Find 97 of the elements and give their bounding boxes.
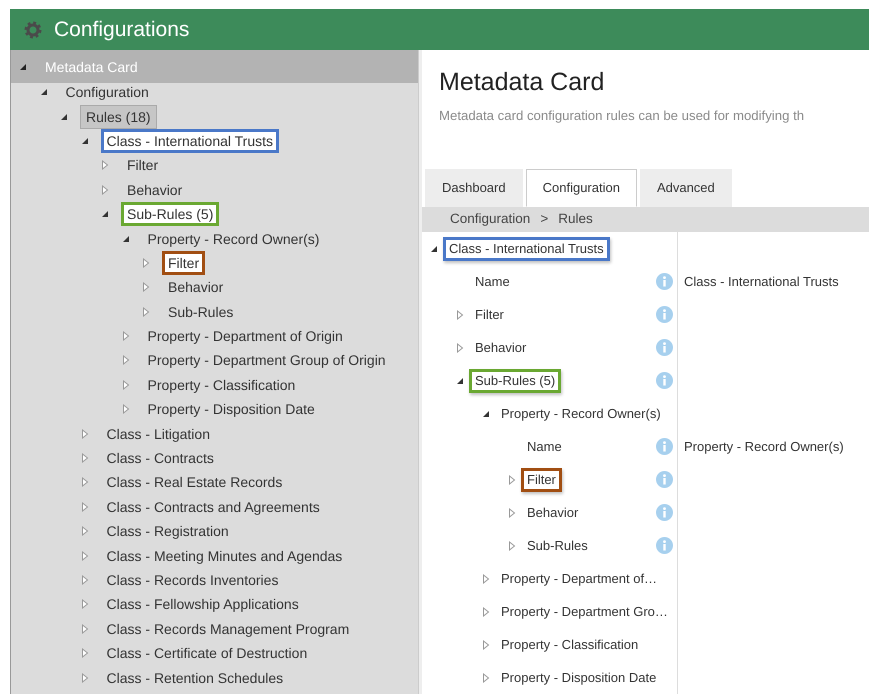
filled-triangle-icon[interactable] xyxy=(430,244,438,254)
tree-item[interactable]: Property - Department of Origin xyxy=(142,324,349,348)
tree-item[interactable]: Behavior xyxy=(162,275,230,300)
tab[interactable]: Dashboard xyxy=(425,169,523,207)
property-group[interactable]: Behavior xyxy=(521,500,584,524)
info-icon[interactable] xyxy=(656,438,673,455)
tree-item[interactable]: Rules (18) xyxy=(80,104,157,129)
outline-triangle-icon[interactable] xyxy=(142,306,150,317)
property-group[interactable]: Property - Department of… xyxy=(495,566,664,590)
breadcrumb-link[interactable]: Configuration xyxy=(450,209,530,230)
outline-triangle-icon[interactable] xyxy=(80,526,88,536)
tree-item[interactable]: Property - Department Group of Origin xyxy=(142,348,392,372)
filled-triangle-icon[interactable] xyxy=(60,112,68,122)
property-group[interactable]: Sub-Rules (5) xyxy=(469,368,562,392)
tab[interactable]: Configuration xyxy=(526,169,637,207)
tree-item[interactable]: Behavior xyxy=(121,178,188,202)
property-group[interactable]: Sub-Rules xyxy=(521,534,594,558)
tree-item[interactable]: Class - Meeting Minutes and Agendas xyxy=(100,544,348,568)
tree-item[interactable]: Sub-Rules (5) xyxy=(121,202,220,226)
property-group[interactable]: Behavior xyxy=(469,336,532,360)
filled-triangle-icon[interactable] xyxy=(101,209,109,220)
tree-item[interactable]: Sub-Rules xyxy=(162,300,240,324)
outline-triangle-icon[interactable] xyxy=(482,640,490,650)
tree-item[interactable]: Class - Certificate of Destruction xyxy=(100,641,314,666)
tree-item[interactable]: Property - Disposition Date xyxy=(142,397,321,422)
info-icon[interactable] xyxy=(656,306,673,323)
property-group[interactable]: Property - Classification xyxy=(495,632,644,656)
breadcrumb-link[interactable]: Rules xyxy=(558,209,593,230)
filled-triangle-icon[interactable] xyxy=(80,136,88,146)
property-group[interactable]: Property - Record Owner(s) xyxy=(495,402,667,426)
tree-item[interactable]: Class - Records Inventories xyxy=(100,568,284,592)
outline-triangle-icon[interactable] xyxy=(80,672,88,683)
outline-triangle-icon[interactable] xyxy=(122,331,130,342)
tree-item[interactable]: Property - Record Owner(s) xyxy=(142,226,326,251)
info-icon[interactable] xyxy=(656,339,673,356)
outline-triangle-icon[interactable] xyxy=(80,477,88,488)
outline-triangle-icon[interactable] xyxy=(101,160,109,170)
page-title: Metadata Card xyxy=(439,67,606,98)
info-icon[interactable] xyxy=(656,537,673,554)
property-value: Class - International Trusts xyxy=(683,272,839,291)
tree-item[interactable]: Class - Records Management Program xyxy=(100,616,356,641)
tree-item[interactable]: Class - Registration xyxy=(100,519,235,544)
property-name: Name xyxy=(526,438,563,456)
outline-triangle-icon[interactable] xyxy=(101,184,109,195)
outline-triangle-icon[interactable] xyxy=(508,474,516,484)
outline-triangle-icon[interactable] xyxy=(80,575,88,585)
property-group[interactable]: Filter xyxy=(469,302,510,326)
tree-item[interactable]: Class - Real Estate Records xyxy=(100,470,288,494)
property-group[interactable]: Filter xyxy=(521,468,562,492)
tree-item[interactable]: Configuration xyxy=(60,80,155,104)
tree-item[interactable]: Class - Fellowship Applications xyxy=(100,592,305,616)
filled-triangle-icon[interactable] xyxy=(40,87,48,98)
outline-triangle-icon[interactable] xyxy=(456,310,464,320)
property-value: Property - Record Owner(s) xyxy=(683,438,844,456)
tree-item[interactable]: Filter xyxy=(162,250,206,275)
tree-item[interactable]: Class - Contracts and Agreements xyxy=(100,494,326,519)
outline-triangle-icon[interactable] xyxy=(80,550,88,561)
page-description: Metadata card configuration rules can be used for modifying th xyxy=(439,106,806,125)
tree-item[interactable]: Class - Retention Schedules xyxy=(100,666,290,690)
outline-triangle-icon[interactable] xyxy=(80,648,88,658)
tree-item[interactable]: Class - International Trusts xyxy=(100,128,280,153)
outline-triangle-icon[interactable] xyxy=(482,606,490,616)
info-icon[interactable] xyxy=(656,273,673,290)
tree-item[interactable]: Class - Contracts xyxy=(100,446,220,470)
outline-triangle-icon[interactable] xyxy=(80,624,88,634)
gear-icon xyxy=(24,20,42,38)
outline-triangle-icon[interactable] xyxy=(482,574,490,584)
outline-triangle-icon[interactable] xyxy=(142,258,150,268)
outline-triangle-icon[interactable] xyxy=(122,355,130,366)
window-title: Configurations xyxy=(54,16,190,43)
filled-triangle-icon[interactable] xyxy=(482,408,490,418)
outline-triangle-icon[interactable] xyxy=(508,540,516,550)
tree-item[interactable]: Filter xyxy=(121,153,164,178)
property-group[interactable]: Class - International Trusts xyxy=(443,236,610,260)
outline-triangle-icon[interactable] xyxy=(80,599,88,610)
property-name: Name xyxy=(474,272,511,290)
breadcrumb-separator: > xyxy=(540,210,548,228)
tab[interactable]: Advanced xyxy=(640,169,732,207)
outline-triangle-icon[interactable] xyxy=(80,453,88,464)
outline-triangle-icon[interactable] xyxy=(508,508,516,518)
outline-triangle-icon[interactable] xyxy=(122,380,130,390)
info-icon[interactable] xyxy=(656,471,673,488)
outline-triangle-icon[interactable] xyxy=(122,404,130,414)
outline-triangle-icon[interactable] xyxy=(142,282,150,292)
tree-item[interactable]: Class - Litigation xyxy=(100,422,216,446)
filled-triangle-icon[interactable] xyxy=(456,376,464,386)
tree-item[interactable]: Property - Classification xyxy=(142,372,302,397)
info-icon[interactable] xyxy=(656,372,673,389)
outline-triangle-icon[interactable] xyxy=(456,342,464,352)
outline-triangle-icon[interactable] xyxy=(482,672,490,682)
outline-triangle-icon[interactable] xyxy=(80,502,88,512)
filled-triangle-icon[interactable] xyxy=(19,62,27,72)
filled-triangle-icon[interactable] xyxy=(122,234,130,244)
info-icon[interactable] xyxy=(656,504,673,521)
property-group[interactable]: Property - Department Gro… xyxy=(495,600,674,624)
property-group[interactable]: Property - Disposition Date xyxy=(495,666,662,690)
outline-triangle-icon[interactable] xyxy=(80,428,88,439)
